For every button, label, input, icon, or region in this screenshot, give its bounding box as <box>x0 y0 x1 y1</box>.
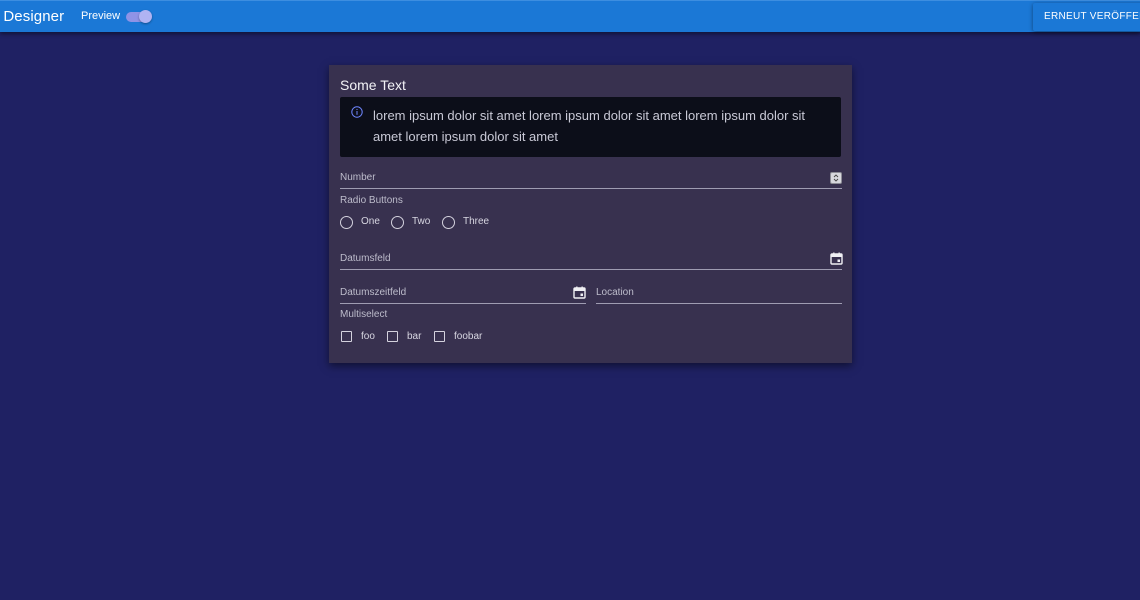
checkbox-box <box>387 331 398 342</box>
checkbox-label: foobar <box>454 331 483 342</box>
location-field[interactable] <box>596 303 842 304</box>
radio-group-label: Radio Buttons <box>340 195 403 206</box>
checkbox-box <box>434 331 445 342</box>
calendar-icon[interactable] <box>830 252 843 265</box>
number-field-label: Number <box>340 172 376 183</box>
top-app-bar: r Designer Preview ERNEUT VERÖFFENTLICHE… <box>0 0 1140 32</box>
preview-toggle[interactable] <box>126 10 152 23</box>
info-text: lorem ipsum dolor sit amet lorem ipsum d… <box>373 108 806 144</box>
preview-label: Preview <box>81 10 121 22</box>
radio-circle <box>340 216 353 229</box>
calendar-icon[interactable] <box>573 286 586 299</box>
radio-option-label: Two <box>412 216 431 227</box>
radio-circle <box>391 216 404 229</box>
preview-toggle-thumb <box>139 10 152 23</box>
info-circle-icon <box>351 106 363 118</box>
number-stepper[interactable] <box>830 172 842 184</box>
form-preview-card: Some Text lorem ipsum dolor sit amet lor… <box>329 65 852 363</box>
app-title: r Designer <box>0 8 65 25</box>
checkbox-label: foo <box>361 331 375 342</box>
checkbox-label: bar <box>407 331 422 342</box>
date-field-label: Datumsfeld <box>340 253 391 264</box>
radio-circle <box>442 216 455 229</box>
stepper-arrows-icon <box>833 174 839 182</box>
number-field[interactable] <box>340 188 842 189</box>
section-title: Some Text <box>340 77 406 93</box>
info-text-box: lorem ipsum dolor sit amet lorem ipsum d… <box>340 97 841 157</box>
datetime-field-label: Datumszeitfeld <box>340 287 407 298</box>
checkbox-box <box>341 331 352 342</box>
multiselect-label: Multiselect <box>340 309 388 320</box>
republish-button[interactable]: ERNEUT VERÖFFENTLICHEN <box>1033 3 1140 31</box>
radio-option-label: Three <box>463 216 490 227</box>
datetime-field[interactable] <box>340 303 586 304</box>
radio-option-label: One <box>361 216 380 227</box>
location-field-label: Location <box>596 287 634 298</box>
date-field[interactable] <box>340 269 842 270</box>
